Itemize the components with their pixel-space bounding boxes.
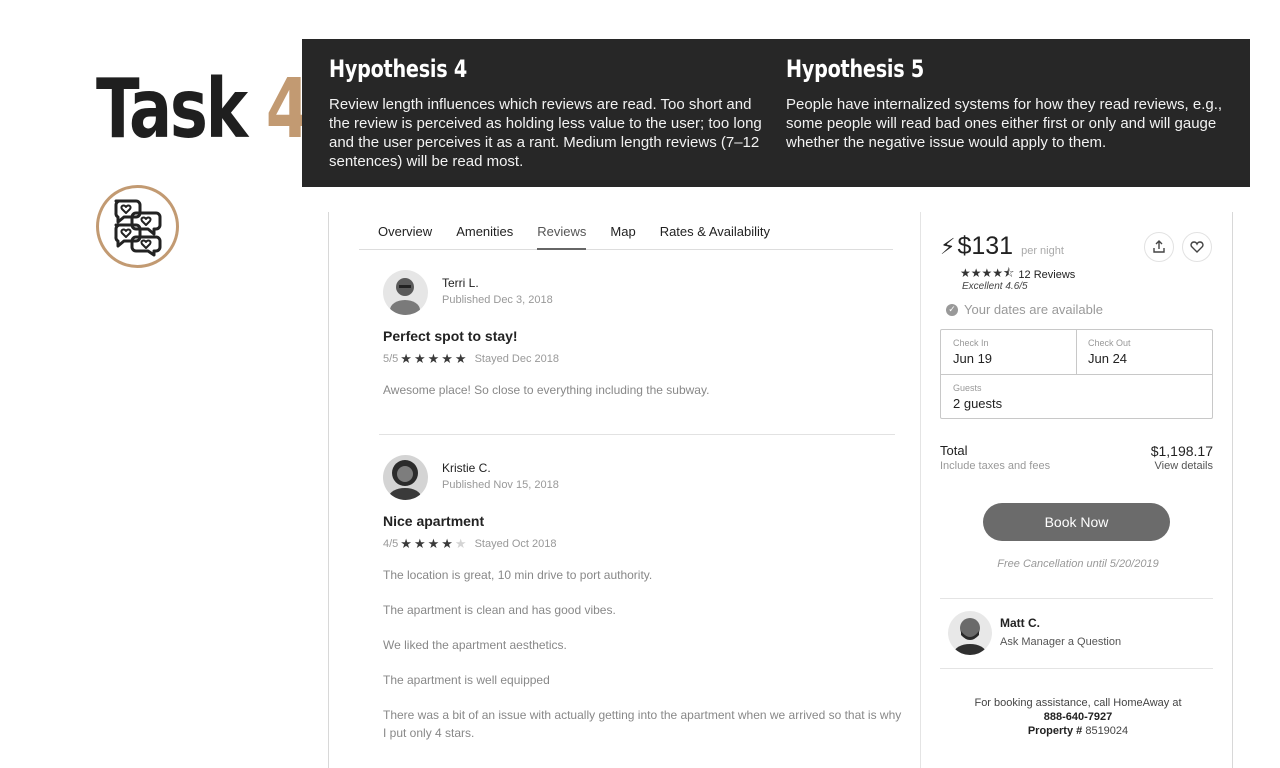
tab-overview[interactable]: Overview xyxy=(378,212,432,250)
star-icon: ★ xyxy=(441,536,453,551)
rating-score: 5/5 xyxy=(383,352,399,365)
hypothesis-text: Review length influences which reviews a… xyxy=(329,96,762,170)
check-in-value: Jun 19 xyxy=(953,351,993,366)
stayed-date: Stayed Dec 2018 xyxy=(474,352,559,365)
task-title: Task 4 xyxy=(96,62,310,157)
guests-value: 2 guests xyxy=(953,396,1003,411)
review-rating: 5/5 ★ ★ ★ ★ ★ Stayed Dec 2018 xyxy=(383,352,559,365)
review-item: Terri L. Published Dec 3, 2018 Perfect s… xyxy=(383,270,903,410)
total-subtext: Include taxes and fees xyxy=(940,460,1051,472)
review-text: We liked the apartment aesthetics. xyxy=(383,638,567,652)
star-icon: ★ xyxy=(427,351,440,366)
review-text: Awesome place! So close to everything in… xyxy=(383,383,710,397)
share-icon xyxy=(1153,240,1165,253)
manager-avatar xyxy=(948,611,992,655)
hypothesis-5: Hypothesis 5 People have internalized sy… xyxy=(786,55,1238,152)
hypothesis-title: Hypothesis 5 xyxy=(786,55,924,83)
review-text: The location is great, 10 min drive to p… xyxy=(383,568,653,582)
availability-text: Your dates are available xyxy=(964,302,1104,317)
booking-panel: ⚡︎ $131 per night ★★★★⯪ 12 Reviews Excel… xyxy=(922,212,1234,768)
review-text: The apartment is clean and has good vibe… xyxy=(383,603,616,617)
assist-text: For booking assistance, call HomeAway at xyxy=(974,697,1182,709)
tab-map[interactable]: Map xyxy=(610,212,635,250)
review-text: There was a bit of an issue with actuall… xyxy=(383,708,902,740)
review-title: Perfect spot to stay! xyxy=(383,328,518,344)
star-empty-icon: ★ xyxy=(454,536,467,551)
star-icon: ★ xyxy=(441,351,453,366)
tab-amenities[interactable]: Amenities xyxy=(456,212,513,250)
view-details-link[interactable]: View details xyxy=(1155,460,1214,472)
rating-score: 4/5 xyxy=(383,537,399,550)
check-out-field[interactable]: Check Out Jun 24 xyxy=(1088,338,1131,366)
price-row: ⚡︎ $131 per night xyxy=(940,232,1064,261)
nightly-price: $131 xyxy=(957,232,1014,260)
check-in-field[interactable]: Check In Jun 19 xyxy=(953,338,992,366)
review-title: Nice apartment xyxy=(383,513,485,529)
instant-book-icon: ⚡︎ xyxy=(940,234,956,259)
ask-manager-link[interactable]: Ask Manager a Question xyxy=(1000,636,1121,648)
star-icon: ★ xyxy=(454,351,467,366)
divider xyxy=(379,434,895,435)
review-text: The apartment is well equipped xyxy=(383,673,550,687)
divider xyxy=(941,374,1212,375)
hypotheses-banner: Hypothesis 4 Review length influences wh… xyxy=(302,39,1250,187)
dates-guests-box: Check In Jun 19 Check Out Jun 24 Guests … xyxy=(940,329,1213,419)
reviews-column: Overview Amenities Reviews Map Rates & A… xyxy=(329,212,921,768)
guests-label: Guests xyxy=(953,383,982,393)
hypothesis-text: People have internalized systems for how… xyxy=(786,96,1223,151)
book-now-button[interactable]: Book Now xyxy=(983,503,1170,541)
guests-field[interactable]: Guests 2 guests xyxy=(953,383,1002,411)
star-icon: ★ xyxy=(413,536,426,551)
total-price: $1,198.17 xyxy=(1150,443,1213,459)
star-icon: ★ xyxy=(427,536,440,551)
tab-bar: Overview Amenities Reviews Map Rates & A… xyxy=(359,212,893,250)
manager-name: Matt C. xyxy=(1000,616,1040,630)
divider xyxy=(940,598,1213,599)
review-item: Kristie C. Published Nov 15, 2018 Nice a… xyxy=(383,455,903,755)
check-out-value: Jun 24 xyxy=(1088,351,1128,366)
hypothesis-4: Hypothesis 4 Review length influences wh… xyxy=(329,55,769,171)
tab-rates-availability[interactable]: Rates & Availability xyxy=(660,212,770,250)
divider xyxy=(940,668,1213,669)
chat-bubbles-hearts-icon xyxy=(96,185,179,268)
property-id: 8519024 xyxy=(1085,725,1129,737)
avatar xyxy=(383,270,428,315)
check-circle-icon: ✓ xyxy=(946,303,958,316)
free-cancellation-note: Free Cancellation until 5/20/2019 xyxy=(997,558,1159,570)
stayed-date: Stayed Oct 2018 xyxy=(474,537,557,550)
property-label: Property # xyxy=(1027,725,1083,737)
total-label: Total xyxy=(940,443,968,458)
avatar xyxy=(383,455,428,500)
share-button[interactable] xyxy=(1144,232,1174,262)
published-date: Published Dec 3, 2018 xyxy=(442,294,553,306)
check-in-label: Check In xyxy=(953,338,989,348)
rating-summary: Excellent 4.6/5 xyxy=(962,281,1028,292)
task-word: Task xyxy=(96,62,248,157)
divider xyxy=(1076,330,1077,375)
availability-status: ✓ Your dates are available xyxy=(946,302,1103,317)
favorite-button[interactable] xyxy=(1182,232,1212,262)
review-rating: 4/5 ★ ★ ★ ★ ★ Stayed Oct 2018 xyxy=(383,537,557,550)
check-out-label: Check Out xyxy=(1088,338,1131,348)
star-icon: ★ xyxy=(400,351,412,366)
listing-page: Overview Amenities Reviews Map Rates & A… xyxy=(328,212,1233,768)
per-night-label: per night xyxy=(1021,245,1064,257)
heart-icon xyxy=(1190,241,1204,253)
phone-number[interactable]: 888-640-7927 xyxy=(1044,711,1113,723)
reviewer-name: Terri L. xyxy=(442,276,479,290)
published-date: Published Nov 15, 2018 xyxy=(442,479,559,491)
tab-reviews[interactable]: Reviews xyxy=(537,212,587,250)
star-icon: ★ xyxy=(400,536,412,551)
booking-assistance: For booking assistance, call HomeAway at… xyxy=(922,696,1234,738)
star-icon: ★ xyxy=(413,351,426,366)
reviews-count[interactable]: 12 Reviews xyxy=(1018,269,1075,281)
reviewer-name: Kristie C. xyxy=(442,461,491,475)
hypothesis-title: Hypothesis 4 xyxy=(329,55,467,83)
